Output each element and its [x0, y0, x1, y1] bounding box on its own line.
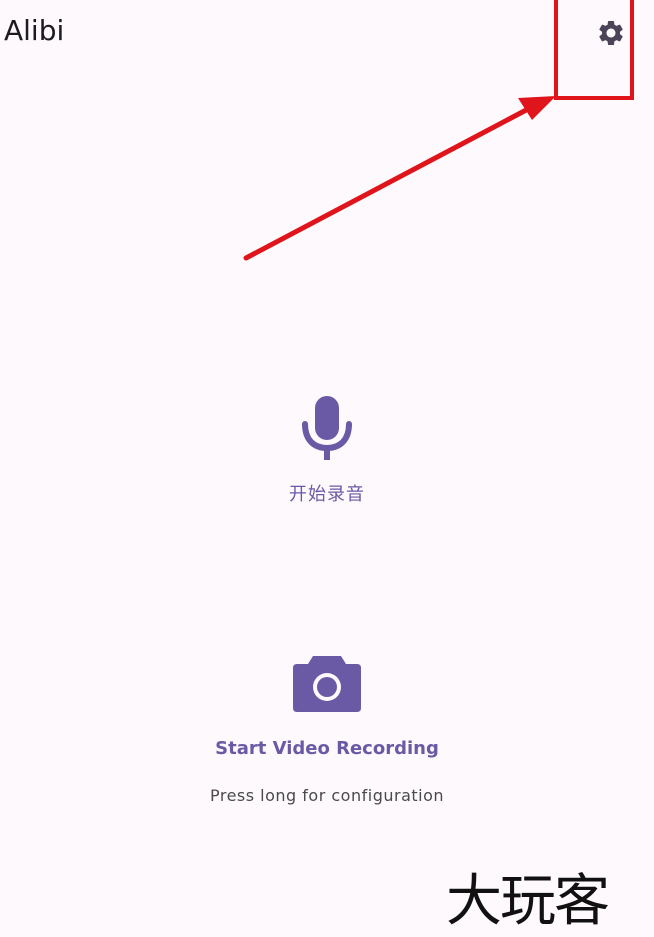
watermark: 大玩客 — [446, 869, 610, 934]
microphone-icon — [302, 396, 352, 460]
camera-icon — [293, 656, 361, 712]
video-recording-label: Start Video Recording — [215, 738, 439, 759]
video-configuration-hint: Press long for configuration — [209, 786, 445, 805]
audio-recording-label: 开始录音 — [289, 484, 365, 505]
start-audio-recording-button[interactable]: 开始录音 — [227, 388, 427, 518]
start-video-recording-button[interactable]: Start Video Recording — [160, 650, 494, 780]
